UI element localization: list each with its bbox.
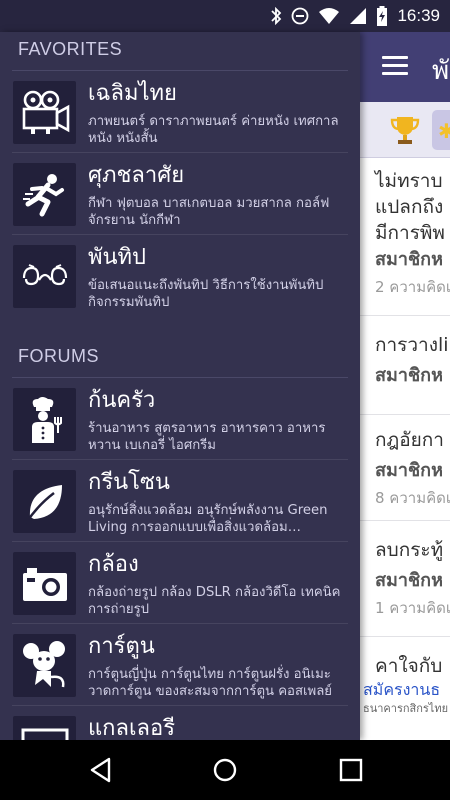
drawer-item-title: ก้นครัว bbox=[88, 388, 156, 413]
drawer-item-chalermthai[interactable]: เฉลิมไทย ภาพยนตร์ ดาราภาพยนตร์ ค่ายหนัง … bbox=[0, 71, 360, 153]
drawer-item-title: พันทิป bbox=[88, 245, 147, 270]
main-content: พั ✱ ไม่ทราบ แปลกถึง มีการพิพ สมาชิกห 2 … bbox=[360, 32, 450, 740]
drawer-item-description: อนุรักษ์สิ่งแวดล้อม อนุรักษ์พลังงาน Gree… bbox=[88, 503, 328, 535]
drawer-item-description: ภาพยนตร์ ดาราภาพยนตร์ ค่ายหนัง เทศกาลหนั… bbox=[88, 114, 339, 146]
trophy-icon[interactable] bbox=[388, 114, 422, 146]
app-bar: พั bbox=[360, 32, 450, 102]
ad-title: คาใจกับ bbox=[375, 655, 443, 677]
topic-comment-count: 8 ความคิดเ bbox=[375, 489, 450, 507]
topic-title-line: มีการพิพ bbox=[375, 222, 445, 244]
signal-icon bbox=[350, 8, 367, 24]
drawer-item-title: แกลเลอรี bbox=[88, 716, 176, 740]
topic-comment-count: 2 ความคิดเ bbox=[375, 278, 450, 296]
frame-icon bbox=[13, 716, 76, 740]
drawer-item-title: การ์ตูน bbox=[88, 634, 155, 659]
drawer-item-pantip[interactable]: พันทิป ข้อเสนอแนะถึงพันทิป วิธีการใช้งาน… bbox=[0, 235, 360, 317]
star-icon: ✱ bbox=[438, 119, 450, 143]
drawer-item-title: กรีนโซน bbox=[88, 470, 170, 495]
tab-selected[interactable]: ✱ bbox=[432, 110, 450, 150]
topic-title-line: กฎอัยกา bbox=[375, 429, 444, 451]
favorites-header: FAVORITES bbox=[18, 39, 123, 59]
topic-row[interactable]: ไม่ทราบ แปลกถึง มีการพิพ สมาชิกห 2 ความค… bbox=[360, 158, 450, 316]
status-icons: 16:39 bbox=[270, 0, 440, 32]
leaf-icon bbox=[13, 470, 76, 533]
battery-icon bbox=[377, 6, 388, 26]
drawer-item-description: กีฬา ฟุตบอล บาสเกตบอล มวยสากล กอล์ฟ จักร… bbox=[88, 196, 330, 228]
home-icon[interactable] bbox=[212, 757, 238, 783]
topic-author: สมาชิกห bbox=[375, 365, 443, 386]
topic-author: สมาชิกห bbox=[375, 570, 443, 591]
topic-author: สมาชิกห bbox=[375, 249, 443, 270]
drawer-item-description: ข้อเสนอแนะถึงพันทิป วิธีการใช้งานพันทิป … bbox=[88, 278, 324, 310]
system-nav-bar bbox=[0, 740, 450, 800]
wifi-icon bbox=[319, 8, 340, 24]
drawer-item-description: การ์ตูนญี่ปุ่น การ์ตูนไทย การ์ตูนฝรั่ง อ… bbox=[88, 667, 333, 699]
app-title: พั bbox=[432, 55, 450, 85]
drawer-item-camera[interactable]: กล้อง กล้องถ่ายรูป กล้อง DSLR กล้องวิดีโ… bbox=[0, 542, 360, 624]
camera-icon bbox=[13, 552, 76, 615]
topic-title-line: แปลกถึง bbox=[375, 196, 444, 218]
topic-comment-count: 1 ความคิดเ bbox=[375, 599, 450, 617]
chef-icon bbox=[13, 388, 76, 451]
pantip-logo-icon bbox=[13, 245, 76, 308]
topic-author: สมาชิกห bbox=[375, 460, 443, 481]
ad-link[interactable]: สมัครงานธ bbox=[363, 679, 450, 701]
drawer-item-title: กล้อง bbox=[88, 552, 139, 577]
topic-row[interactable]: การวางli สมาชิกห bbox=[360, 316, 450, 415]
ad-sponsor: ธนาคารกสิกรไทย bbox=[363, 702, 449, 715]
status-time: 16:39 bbox=[397, 6, 440, 25]
drawer-item-description: ร้านอาหาร สูตรอาหาร อาหารคาว อาหารหวาน เ… bbox=[88, 421, 326, 453]
runner-icon bbox=[13, 163, 76, 226]
movie-camera-icon bbox=[13, 81, 76, 144]
bluetooth-icon bbox=[271, 7, 282, 25]
sponsored-topic[interactable]: คาใจกับ สมัครงานธ ธนาคารกสิกรไทย bbox=[360, 637, 450, 740]
navigation-drawer: FAVORITES เฉลิมไทย ภาพยนตร์ ดาราภาพยนตร์… bbox=[0, 32, 360, 740]
status-bar: 16:39 bbox=[0, 0, 450, 32]
cartoon-mouse-icon bbox=[13, 634, 76, 697]
drawer-item-greenzone[interactable]: กรีนโซน อนุรักษ์สิ่งแวดล้อม อนุรักษ์พลัง… bbox=[0, 460, 360, 542]
topic-row[interactable]: กฎอัยกา สมาชิกห 8 ความคิดเ bbox=[360, 415, 450, 521]
topic-title-line: การวางli bbox=[375, 334, 449, 356]
drawer-item-gallery[interactable]: แกลเลอรี bbox=[0, 706, 360, 740]
drawer-item-supachalasai[interactable]: ศุภชลาศัย กีฬา ฟุตบอล บาสเกตบอล มวยสากล … bbox=[0, 153, 360, 235]
topic-row[interactable]: ลบกระทู้ สมาชิกห 1 ความคิดเ bbox=[360, 521, 450, 637]
tab-strip: ✱ bbox=[360, 102, 450, 158]
drawer-item-title: เฉลิมไทย bbox=[88, 81, 177, 106]
back-icon[interactable] bbox=[88, 757, 114, 783]
dnd-icon bbox=[292, 7, 309, 25]
drawer-item-cartoon[interactable]: การ์ตูน การ์ตูนญี่ปุ่น การ์ตูนไทย การ์ตู… bbox=[0, 624, 360, 706]
drawer-item-description: กล้องถ่ายรูป กล้อง DSLR กล้องวิดีโอ เทคน… bbox=[88, 585, 341, 617]
drawer-item-kitchen[interactable]: ก้นครัว ร้านอาหาร สูตรอาหาร อาหารคาว อาห… bbox=[0, 378, 360, 460]
topic-title-line: ไม่ทราบ bbox=[375, 170, 443, 192]
topic-title-line: ลบกระทู้ bbox=[375, 539, 444, 561]
recents-icon[interactable] bbox=[338, 757, 364, 783]
menu-icon[interactable] bbox=[382, 56, 408, 76]
forums-header: FORUMS bbox=[18, 346, 99, 366]
drawer-item-title: ศุภชลาศัย bbox=[88, 163, 185, 188]
